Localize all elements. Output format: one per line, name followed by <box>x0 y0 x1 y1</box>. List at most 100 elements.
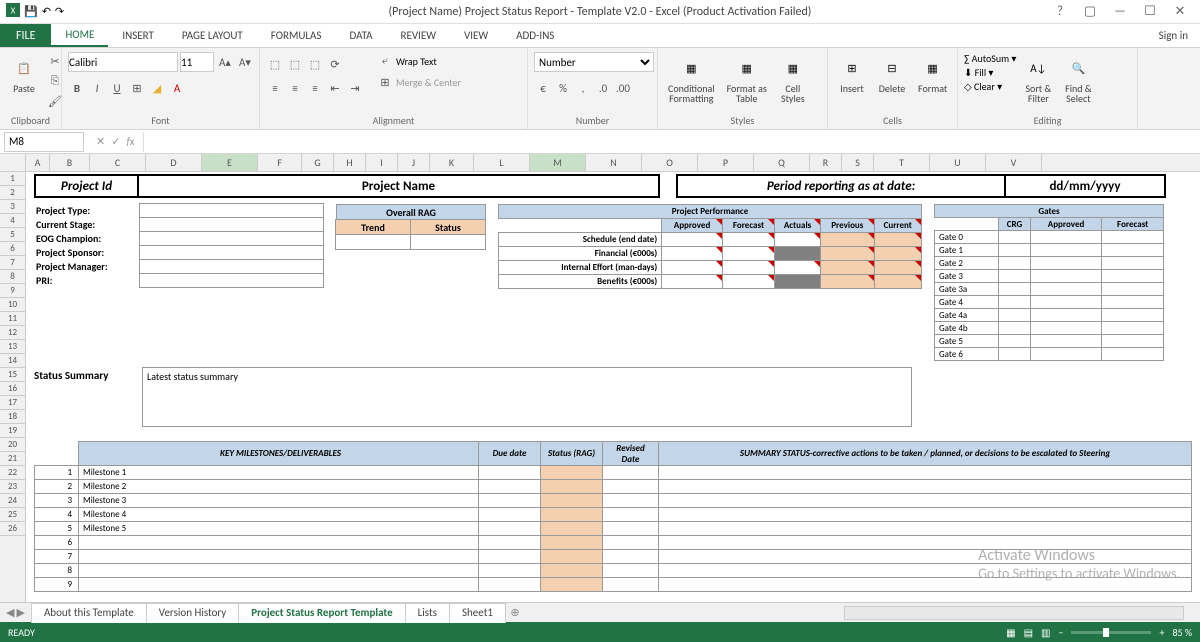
milestone-rag[interactable] <box>541 578 603 592</box>
row-header-18[interactable]: 18 <box>0 410 25 424</box>
new-sheet-button[interactable]: ⊕ <box>505 606 525 619</box>
col-header-S[interactable]: S <box>842 154 874 171</box>
milestone-due[interactable] <box>479 550 541 564</box>
milestone-name[interactable]: Milestone 3 <box>79 494 479 508</box>
gate-cell[interactable] <box>1030 309 1102 322</box>
gate-cell[interactable] <box>1030 257 1102 270</box>
tab-home[interactable]: HOME <box>51 24 108 47</box>
field-value[interactable] <box>139 259 324 274</box>
milestone-rag[interactable] <box>541 494 603 508</box>
gate-cell[interactable] <box>999 348 1030 361</box>
gate-cell[interactable] <box>1030 348 1102 361</box>
milestone-due[interactable] <box>479 578 541 592</box>
perf-cell[interactable] <box>722 247 774 261</box>
gate-cell[interactable] <box>1030 231 1102 244</box>
milestone-revised[interactable] <box>603 522 659 536</box>
cell-styles-button[interactable]: ▦Cell Styles <box>775 52 811 106</box>
decrease-font-icon[interactable]: A▾ <box>236 53 254 71</box>
zoom-slider[interactable] <box>1071 631 1151 634</box>
col-header-F[interactable]: F <box>258 154 302 171</box>
row-header-8[interactable]: 8 <box>0 270 25 284</box>
align-top-icon[interactable]: ⬚ <box>266 55 284 73</box>
perf-cell[interactable] <box>874 247 921 261</box>
row-header-15[interactable]: 15 <box>0 368 25 382</box>
italic-button[interactable]: I <box>88 79 106 97</box>
perf-cell[interactable] <box>821 275 875 289</box>
milestone-summary[interactable] <box>659 494 1192 508</box>
milestone-summary[interactable] <box>659 508 1192 522</box>
view-normal-icon[interactable]: ▦ <box>1006 626 1015 639</box>
tab-nav-prev-icon[interactable]: ◀ <box>6 606 14 619</box>
milestone-due[interactable] <box>479 522 541 536</box>
decrease-decimal-icon[interactable]: .00 <box>614 79 632 97</box>
sort-filter-button[interactable]: A↓Sort & Filter <box>1020 52 1056 106</box>
gate-cell[interactable] <box>1030 283 1102 296</box>
increase-font-icon[interactable]: A▴ <box>216 53 234 71</box>
status-summary-value[interactable]: Latest status summary <box>142 367 912 427</box>
perf-cell[interactable] <box>775 261 821 275</box>
sheet-tab[interactable]: About this Template <box>31 603 147 623</box>
milestone-revised[interactable] <box>603 508 659 522</box>
milestone-name[interactable] <box>79 578 479 592</box>
minimize-icon[interactable]: — <box>1108 4 1132 19</box>
orientation-icon[interactable]: ⟳ <box>326 55 344 73</box>
milestone-summary[interactable] <box>659 564 1192 578</box>
field-value[interactable] <box>139 273 324 288</box>
formula-input[interactable] <box>143 132 1200 152</box>
rag-status-value[interactable] <box>410 234 486 250</box>
milestone-due[interactable] <box>479 480 541 494</box>
increase-decimal-icon[interactable]: .0 <box>594 79 612 97</box>
decrease-indent-icon[interactable]: ⇤ <box>326 79 344 97</box>
gate-cell[interactable] <box>999 283 1030 296</box>
col-header-U[interactable]: U <box>930 154 986 171</box>
paste-button[interactable]: 📋 Paste <box>6 52 42 96</box>
milestone-summary[interactable] <box>659 536 1192 550</box>
tab-page-layout[interactable]: PAGE LAYOUT <box>168 24 257 47</box>
row-header-23[interactable]: 23 <box>0 480 25 494</box>
format-as-table-button[interactable]: ▦Format as Table <box>723 52 771 106</box>
perf-cell[interactable] <box>775 247 821 261</box>
row-header-5[interactable]: 5 <box>0 228 25 242</box>
col-header-H[interactable]: H <box>334 154 366 171</box>
milestone-rag[interactable] <box>541 564 603 578</box>
milestone-due[interactable] <box>479 466 541 480</box>
col-header-E[interactable]: E <box>202 154 258 171</box>
tab-data[interactable]: DATA <box>335 24 386 47</box>
zoom-out-icon[interactable]: − <box>1058 626 1063 639</box>
perf-cell[interactable] <box>874 261 921 275</box>
row-header-9[interactable]: 9 <box>0 284 25 298</box>
perf-cell[interactable] <box>722 233 774 247</box>
row-header-16[interactable]: 16 <box>0 382 25 396</box>
milestone-name[interactable] <box>79 536 479 550</box>
row-header-12[interactable]: 12 <box>0 326 25 340</box>
maximize-icon[interactable]: ☐ <box>1138 4 1162 19</box>
sign-in-link[interactable]: Sign in <box>1147 24 1200 47</box>
col-header-V[interactable]: V <box>986 154 1042 171</box>
row-header-25[interactable]: 25 <box>0 508 25 522</box>
gate-cell[interactable] <box>1030 296 1102 309</box>
tab-formulas[interactable]: FORMULAS <box>257 24 336 47</box>
gate-cell[interactable] <box>1102 270 1164 283</box>
select-all-corner[interactable] <box>0 154 26 171</box>
milestone-revised[interactable] <box>603 564 659 578</box>
align-center-icon[interactable]: ≡ <box>286 79 304 97</box>
gate-cell[interactable] <box>1030 322 1102 335</box>
row-header-10[interactable]: 10 <box>0 298 25 312</box>
align-bottom-icon[interactable]: ⬚ <box>306 55 324 73</box>
perf-cell[interactable] <box>722 261 774 275</box>
row-header-11[interactable]: 11 <box>0 312 25 326</box>
gate-cell[interactable] <box>999 309 1030 322</box>
perf-cell[interactable] <box>662 261 723 275</box>
zoom-level[interactable]: 85 % <box>1172 626 1192 639</box>
perf-cell[interactable] <box>662 233 723 247</box>
row-header-3[interactable]: 3 <box>0 200 25 214</box>
col-header-A[interactable]: A <box>26 154 50 171</box>
gate-cell[interactable] <box>999 296 1030 309</box>
date-header[interactable]: dd/mm/yyyy <box>1004 174 1166 198</box>
tab-insert[interactable]: INSERT <box>108 24 168 47</box>
font-name-input[interactable] <box>68 52 178 72</box>
col-header-R[interactable]: R <box>810 154 842 171</box>
worksheet-area[interactable]: ABCDEFGHIJKLMNOPQRSTUV 12345678910111213… <box>0 154 1200 602</box>
gate-cell[interactable] <box>999 231 1030 244</box>
milestone-name[interactable]: Milestone 1 <box>79 466 479 480</box>
